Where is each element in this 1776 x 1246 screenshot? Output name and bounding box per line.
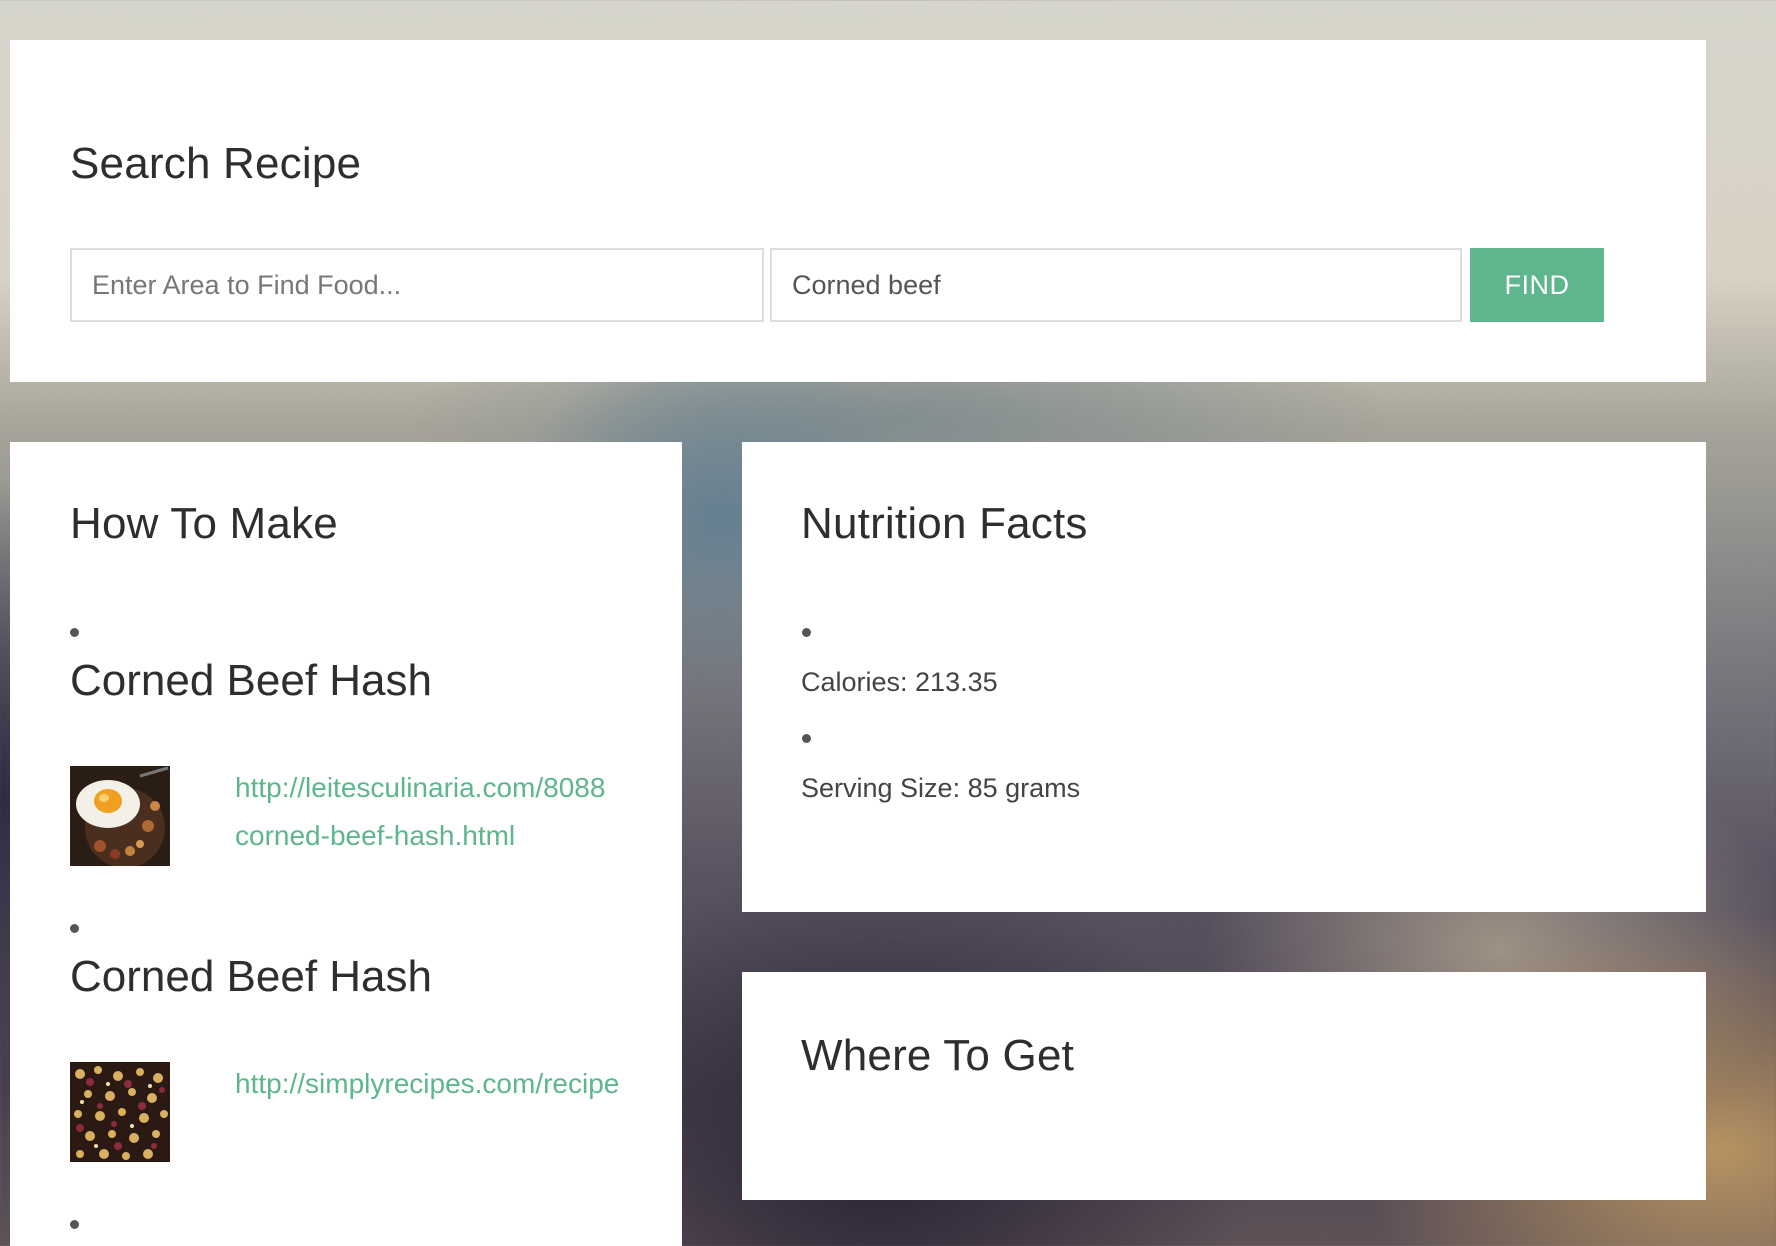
list-bullet xyxy=(802,628,811,637)
how-to-make-card: How To Make Corned Beef Hash http://leit… xyxy=(10,442,682,1246)
find-button[interactable]: FIND xyxy=(1470,248,1604,322)
recipe-link[interactable]: http://simplyrecipes.com/recipe xyxy=(235,1060,633,1108)
search-recipe-heading: Search Recipe xyxy=(70,139,362,188)
list-bullet xyxy=(70,924,79,933)
fried-egg-hash-photo xyxy=(70,766,170,866)
recipe-title: Corned Beef Hash xyxy=(70,952,432,1001)
list-bullet xyxy=(70,1220,79,1229)
calories-fact: Calories: 213.35 xyxy=(801,667,998,697)
list-bullet xyxy=(70,628,79,637)
recipe-link-line1[interactable]: http://leitesculinaria.com/8088 xyxy=(235,764,633,812)
recipe-thumbnail-skillet-hash[interactable] xyxy=(70,1062,170,1162)
recipe-link[interactable]: http://leitesculinaria.com/8088 corned-b… xyxy=(235,764,633,860)
food-search-input[interactable] xyxy=(770,248,1462,322)
search-recipe-card: Search Recipe FIND xyxy=(10,40,1706,382)
nutrition-facts-card: Nutrition Facts Calories: 213.35 Serving… xyxy=(742,442,1706,912)
where-to-get-heading: Where To Get xyxy=(801,1031,1075,1080)
recipe-title: Corned Beef Hash xyxy=(70,656,432,705)
where-to-get-card: Where To Get xyxy=(742,972,1706,1200)
serving-size-fact: Serving Size: 85 grams xyxy=(801,773,1081,803)
recipe-thumbnail-fried-egg-hash[interactable] xyxy=(70,766,170,866)
recipe-link-line2[interactable]: corned-beef-hash.html xyxy=(235,812,633,860)
recipe-link-line1[interactable]: http://simplyrecipes.com/recipe xyxy=(235,1060,633,1108)
area-search-input[interactable] xyxy=(70,248,764,322)
how-to-make-heading: How To Make xyxy=(70,499,338,548)
skillet-hash-photo xyxy=(70,1062,170,1162)
list-bullet xyxy=(802,734,811,743)
nutrition-facts-heading: Nutrition Facts xyxy=(801,499,1088,548)
